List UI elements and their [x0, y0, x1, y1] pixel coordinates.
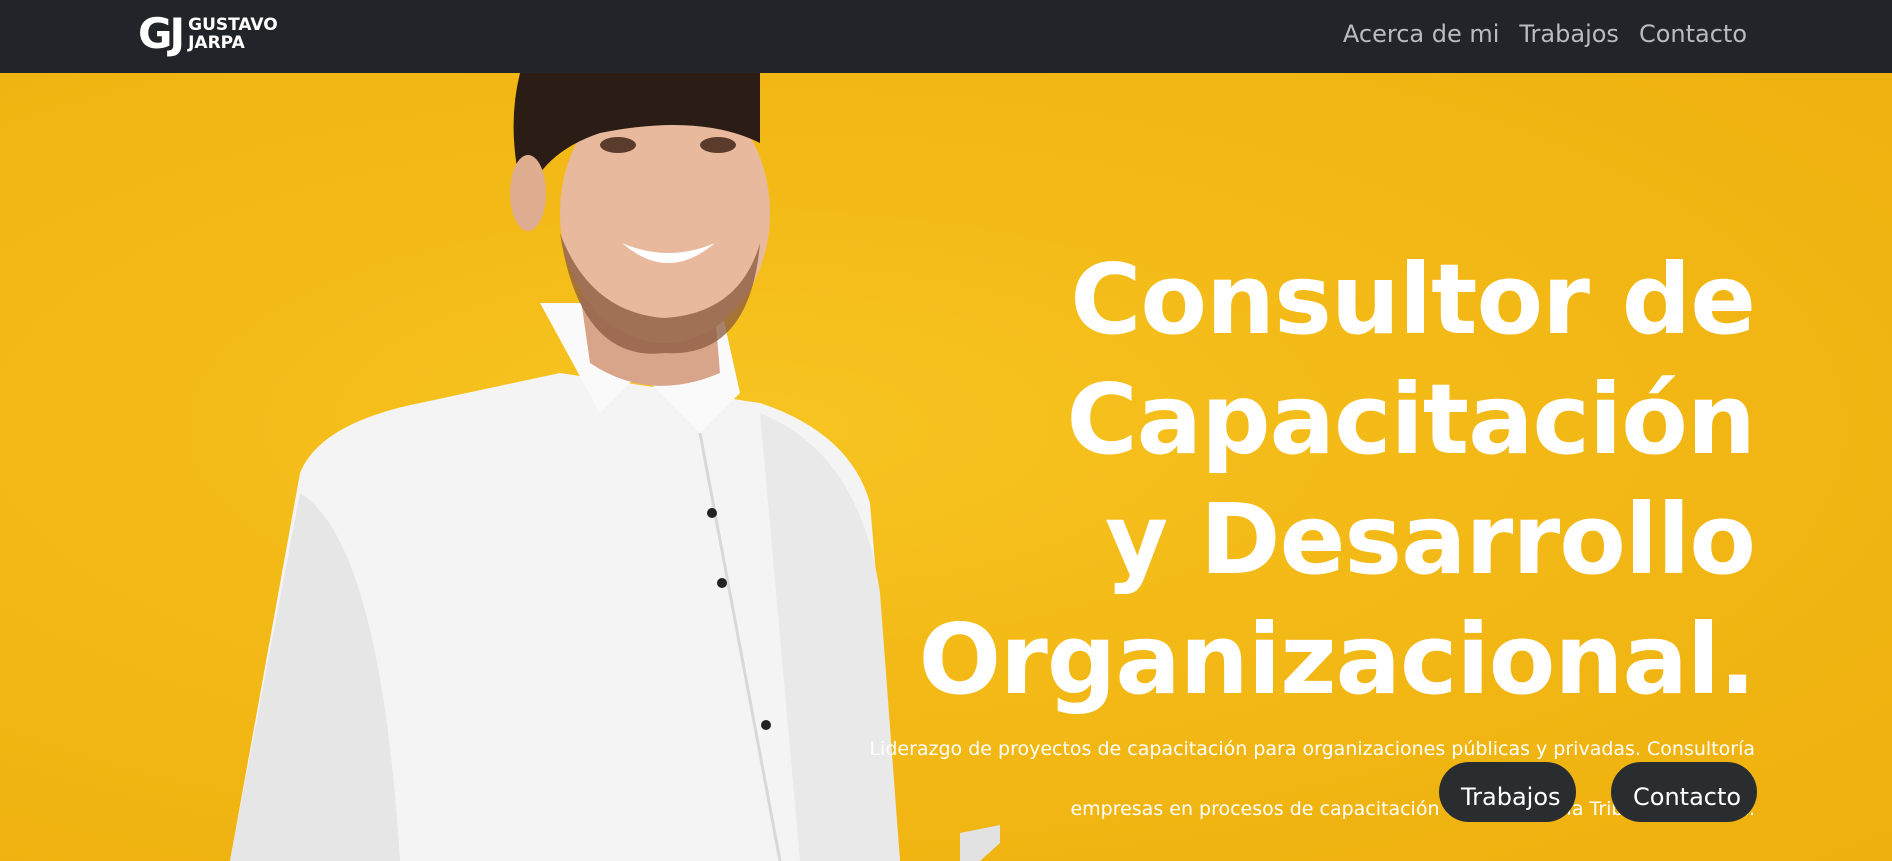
hero-headline: Consultor de Capacitación y Desarrollo O…: [855, 240, 1756, 720]
logo-mark: GJ: [138, 9, 185, 58]
headline-line-3: y Desarrollo: [1105, 482, 1756, 596]
nav-link-acerca[interactable]: Acerca de mi: [1343, 18, 1500, 50]
headline-line-4: Organizacional.: [918, 602, 1756, 716]
nav-links: Acerca de mi Trabajos Contacto: [1343, 18, 1747, 50]
nav-link-contacto[interactable]: Contacto: [1639, 18, 1747, 50]
logo-text: GUSTAVO JARPA: [188, 16, 278, 52]
trabajos-button[interactable]: Trabajos: [1439, 762, 1576, 822]
headline-line-1: Consultor de: [1070, 242, 1756, 356]
logo-text-line2: JARPA: [188, 33, 245, 53]
nav-link-trabajos[interactable]: Trabajos: [1519, 18, 1619, 50]
hero-section: Consultor de Capacitación y Desarrollo O…: [0, 73, 1892, 861]
brand-logo[interactable]: GJ GUSTAVO JARPA: [138, 9, 278, 58]
hero-person-photo: [230, 73, 1000, 861]
contacto-button[interactable]: Contacto: [1611, 762, 1757, 822]
headline-line-2: Capacitación: [1066, 362, 1756, 476]
navbar: GJ GUSTAVO JARPA Acerca de mi Trabajos C…: [0, 0, 1892, 73]
logo-text-line1: GUSTAVO: [188, 15, 278, 35]
